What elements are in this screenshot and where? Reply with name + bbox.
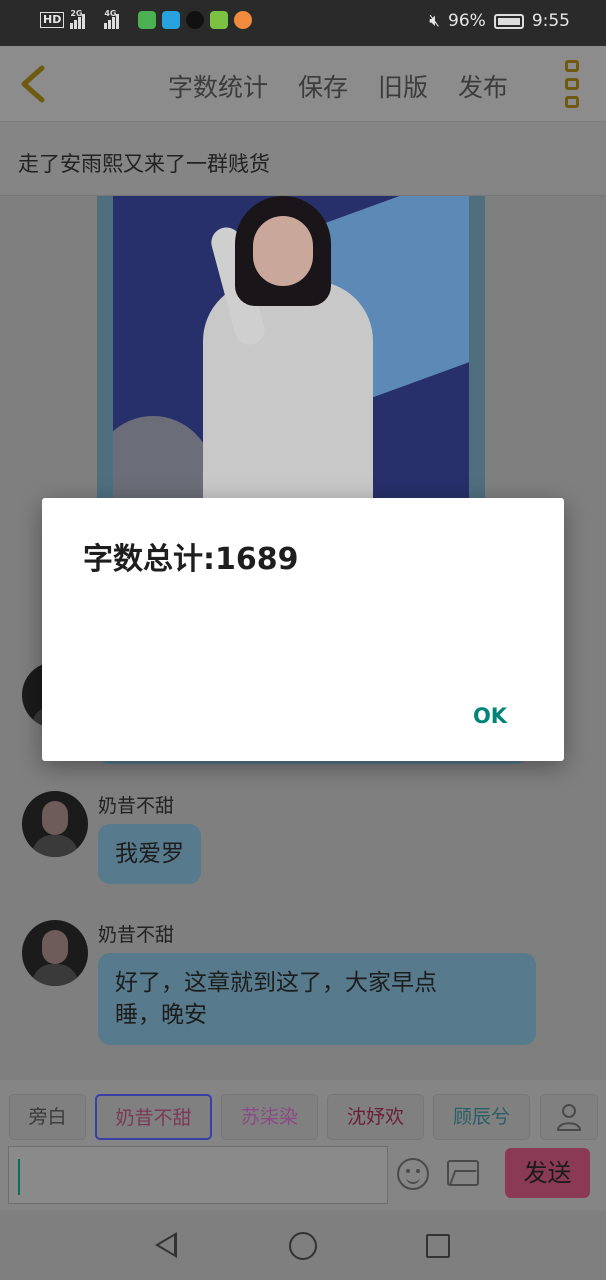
save-button[interactable]: 保存 — [298, 68, 348, 104]
sender-name: 奶昔不甜 — [98, 924, 175, 946]
character-chip-selected[interactable]: 奶昔不甜 — [95, 1094, 212, 1140]
character-chip-narrator[interactable]: 旁白 — [9, 1094, 86, 1140]
nav-recents-icon[interactable] — [426, 1234, 450, 1258]
character-chip[interactable]: 沈妤欢 — [327, 1094, 424, 1140]
nav-home-icon[interactable] — [289, 1232, 317, 1260]
chat-image-message[interactable] — [97, 196, 485, 498]
app-notification-icon — [210, 11, 229, 29]
photo-image — [113, 196, 469, 498]
app-notification-icon — [162, 11, 181, 29]
mute-icon: 🔇︎ — [429, 11, 441, 31]
story-title: 走了安雨熙又来了一群贱货 — [0, 122, 606, 196]
hd-indicator: HD — [40, 12, 65, 28]
nav-back-icon[interactable] — [155, 1232, 177, 1258]
back-arrow-icon[interactable] — [18, 64, 48, 104]
word-count-dialog: 字数总计:1689 OK — [42, 498, 564, 761]
message-bubble[interactable]: 好了，这章就到这了，大家早点 睡，晚安 — [98, 953, 536, 1045]
status-bar: HD 2G 4G 🔇︎ 96% 9:55 — [0, 0, 606, 46]
character-chip[interactable]: 苏柒染 — [221, 1094, 318, 1140]
text-caret — [18, 1159, 20, 1195]
add-character-button[interactable] — [540, 1094, 598, 1140]
app-notification-icon — [138, 11, 157, 29]
avatar[interactable] — [22, 791, 88, 857]
user-icon — [556, 1104, 582, 1131]
dialog-message: 字数总计:1689 — [83, 542, 299, 577]
more-options-icon[interactable] — [565, 60, 581, 108]
battery-percent: 96% — [448, 11, 486, 31]
toolbar-menu: 字数统计 保存 旧版 发布 — [168, 68, 508, 104]
battery-icon — [493, 13, 524, 29]
tiktok-icon — [186, 11, 205, 29]
send-button[interactable]: 发送 — [505, 1148, 590, 1198]
signal-icon-2g: 2G — [70, 9, 98, 29]
app-notification-icon — [234, 11, 253, 29]
system-nav-bar — [0, 1212, 606, 1280]
character-chip[interactable]: 顾辰兮 — [433, 1094, 530, 1140]
app-bar: 字数统计 保存 旧版 发布 — [0, 46, 606, 122]
signal-icon-4g: 4G — [104, 9, 132, 29]
word-count-button[interactable]: 字数统计 — [168, 68, 268, 104]
old-version-button[interactable]: 旧版 — [378, 68, 428, 104]
message-input[interactable] — [8, 1146, 388, 1204]
avatar[interactable] — [22, 920, 88, 986]
ok-button[interactable]: OK — [460, 698, 520, 734]
message-bubble[interactable]: 我爱罗 — [98, 824, 201, 884]
input-bar: 发送 — [0, 1140, 606, 1210]
publish-button[interactable]: 发布 — [458, 68, 508, 104]
clock: 9:55 — [531, 11, 570, 31]
emoji-icon[interactable] — [397, 1158, 429, 1190]
image-icon[interactable] — [447, 1160, 479, 1186]
sender-name: 奶昔不甜 — [98, 795, 175, 817]
